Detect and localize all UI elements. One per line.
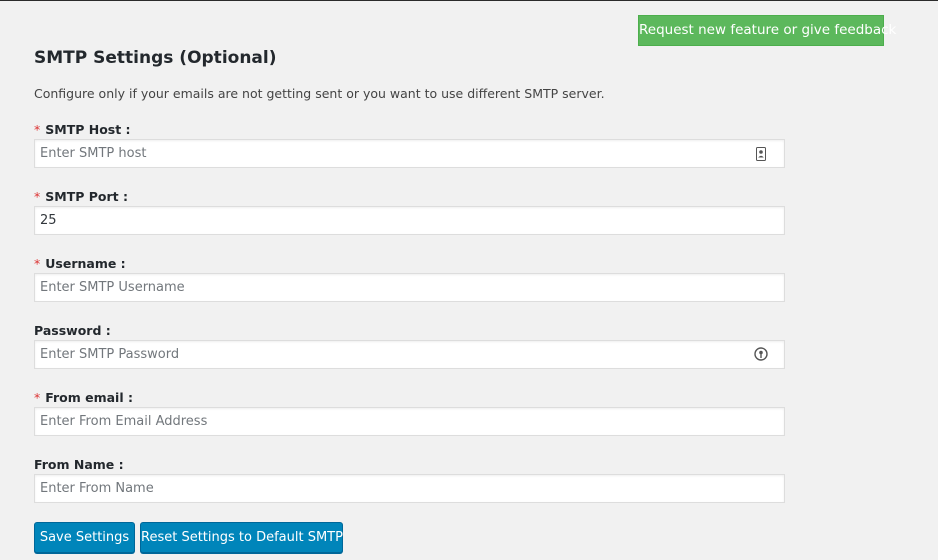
from-name-label-text: From Name :	[34, 457, 124, 472]
smtp-host-label-text: SMTP Host :	[45, 122, 131, 137]
password-input[interactable]	[34, 340, 785, 369]
required-marker: *	[34, 122, 41, 137]
required-marker: *	[34, 390, 41, 405]
feedback-button[interactable]: Request new feature or give feedback	[638, 15, 896, 46]
password-key-icon[interactable]	[754, 347, 768, 361]
smtp-port-label-text: SMTP Port :	[45, 189, 128, 204]
from-name-label: From Name :	[34, 457, 124, 472]
required-marker: *	[34, 189, 41, 204]
from-email-label: * From email :	[34, 390, 133, 405]
smtp-port-input[interactable]	[34, 206, 785, 235]
required-marker: *	[34, 256, 41, 271]
reset-settings-button[interactable]: Reset Settings to Default SMTP	[140, 522, 343, 553]
smtp-host-label: * SMTP Host :	[34, 122, 131, 137]
username-label-text: Username :	[45, 256, 126, 271]
username-label: * Username :	[34, 256, 126, 271]
section-title: SMTP Settings (Optional)	[34, 48, 277, 68]
smtp-host-input[interactable]	[34, 139, 785, 168]
contact-card-icon[interactable]	[754, 147, 768, 161]
password-label-text: Password :	[34, 323, 111, 338]
smtp-port-label: * SMTP Port :	[34, 189, 128, 204]
password-label: Password :	[34, 323, 111, 338]
from-email-label-text: From email :	[45, 390, 133, 405]
section-description: Configure only if your emails are not ge…	[34, 86, 605, 101]
username-input[interactable]	[34, 273, 785, 302]
save-settings-button[interactable]: Save Settings	[34, 522, 135, 553]
top-border	[0, 0, 938, 1]
from-name-input[interactable]	[34, 474, 785, 503]
from-email-input[interactable]	[34, 407, 785, 436]
